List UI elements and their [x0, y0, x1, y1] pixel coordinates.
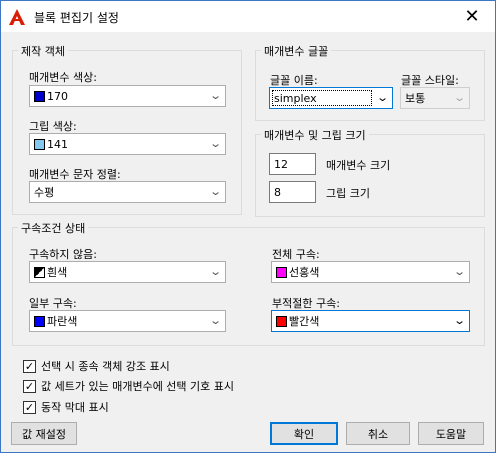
- checkmark-icon: ✓: [23, 400, 36, 414]
- drafting-objects-legend: 제작 객체: [18, 43, 68, 59]
- highlight-dependent-objects-checkbox[interactable]: ✓ 선택 시 종속 객체 강조 표시: [23, 358, 170, 374]
- grip-color-select[interactable]: 141 ⌄: [29, 133, 226, 155]
- unconstrained-color-select[interactable]: 흰색 ⌄: [29, 261, 226, 283]
- chevron-down-icon: ⌄: [208, 314, 222, 327]
- parameter-text-align-value: 수평: [34, 186, 55, 199]
- chevron-down-icon: ⌄: [375, 91, 389, 104]
- unconstrained-label: 구속하지 않음:: [29, 248, 97, 261]
- parameter-size-input[interactable]: 12: [269, 153, 316, 175]
- checkbox-label: 선택 시 종속 객체 강조 표시: [41, 360, 170, 373]
- chevron-down-icon: ⌄: [208, 137, 222, 150]
- parameter-color-swatch: [34, 90, 45, 102]
- parameter-grip-size-group: 매개변수 및 그립 크기: [255, 127, 485, 217]
- reset-values-button[interactable]: 값 재설정: [11, 422, 77, 445]
- partially-constrained-color-value: 파란색: [47, 315, 78, 328]
- chevron-down-icon: ⌄: [452, 314, 466, 327]
- checkbox-label: 값 세트가 있는 매개변수에 선택 기호 표시: [41, 380, 235, 393]
- improperly-constrained-color-value: 빨간색: [289, 315, 320, 328]
- chevron-down-icon: ⌄: [452, 91, 466, 104]
- close-icon: ✕: [464, 6, 480, 27]
- show-action-bars-checkbox[interactable]: ✓ 동작 막대 표시: [23, 399, 109, 415]
- checkbox-label: 동작 막대 표시: [41, 401, 109, 414]
- font-name-select[interactable]: simplex ⌄: [269, 87, 393, 109]
- fully-constrained-color-value: 선홍색: [289, 266, 320, 279]
- title-bar: 블록 편집기 설정 ✕: [1, 1, 495, 32]
- font-name-value: simplex: [274, 91, 317, 105]
- close-button[interactable]: ✕: [449, 1, 495, 32]
- chevron-down-icon: ⌄: [208, 185, 222, 198]
- fully-constrained-color-swatch: [276, 266, 287, 278]
- parameter-grip-size-legend: 매개변수 및 그립 크기: [261, 127, 369, 143]
- constraint-status-legend: 구속조건 상태: [18, 220, 89, 236]
- help-button[interactable]: 도움말: [418, 422, 484, 445]
- parameter-color-select[interactable]: 170 ⌄: [29, 85, 226, 107]
- font-style-select[interactable]: 보통 ⌄: [400, 87, 470, 109]
- cancel-button[interactable]: 취소: [346, 422, 410, 445]
- parameter-color-label: 매개변수 색상:: [29, 71, 97, 84]
- ok-button[interactable]: 확인: [270, 422, 338, 445]
- parameter-text-align-label: 매개변수 문자 정렬:: [29, 168, 121, 181]
- font-name-label: 글꼴 이름:: [270, 74, 318, 87]
- block-editor-settings-dialog: 블록 편집기 설정 ✕ 제작 객체 매개변수 색상: 170 ⌄ 그립 색상: …: [0, 0, 496, 453]
- improperly-constrained-color-select[interactable]: 빨간색 ⌄: [271, 310, 470, 332]
- parameter-size-label: 매개변수 크기: [326, 159, 391, 172]
- checkmark-icon: ✓: [23, 379, 36, 393]
- partially-constrained-label: 일부 구속:: [29, 297, 77, 310]
- parameter-color-value: 170: [47, 89, 68, 103]
- chevron-down-icon: ⌄: [452, 265, 466, 278]
- parameter-text-align-select[interactable]: 수평 ⌄: [29, 181, 226, 203]
- autocad-logo-icon: [7, 7, 27, 27]
- chevron-down-icon: ⌄: [208, 89, 222, 102]
- grip-size-label: 그립 크기: [326, 187, 370, 200]
- partially-constrained-color-select[interactable]: 파란색 ⌄: [29, 310, 226, 332]
- partially-constrained-color-swatch: [34, 315, 45, 327]
- grip-color-swatch: [34, 138, 45, 150]
- checkmark-icon: ✓: [23, 359, 36, 373]
- parameter-font-legend: 매개변수 글꼴: [261, 43, 332, 59]
- grip-color-label: 그립 색상:: [29, 120, 77, 133]
- window-title: 블록 편집기 설정: [34, 11, 119, 25]
- improperly-constrained-color-swatch: [276, 315, 287, 327]
- font-style-value: 보통: [405, 92, 426, 105]
- unconstrained-color-value: 흰색: [47, 266, 68, 279]
- unconstrained-color-swatch: [34, 266, 45, 278]
- grip-color-value: 141: [47, 137, 68, 151]
- chevron-down-icon: ⌄: [208, 265, 222, 278]
- grip-size-input[interactable]: 8: [269, 181, 316, 203]
- fully-constrained-color-select[interactable]: 선홍색 ⌄: [271, 261, 470, 283]
- show-lookup-grip-checkbox[interactable]: ✓ 값 세트가 있는 매개변수에 선택 기호 표시: [23, 378, 234, 394]
- fully-constrained-label: 전체 구속:: [272, 248, 320, 261]
- font-style-label: 글꼴 스타일:: [401, 74, 459, 87]
- improperly-constrained-label: 부적절한 구속:: [272, 297, 340, 310]
